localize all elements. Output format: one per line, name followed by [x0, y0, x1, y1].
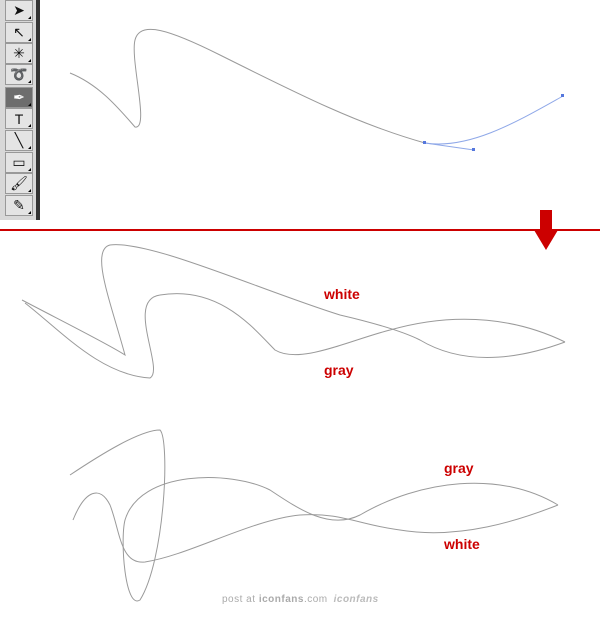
white-curve-middle[interactable] [21, 244, 566, 358]
top-curve[interactable] [69, 28, 426, 144]
gray-curve-middle[interactable] [24, 293, 566, 379]
anchor-points [423, 94, 564, 151]
white-curve-bottom[interactable] [72, 492, 559, 563]
artwork [21, 28, 566, 602]
canvas: ➤ ↖ ✳ ➰ ✒ T ╲ ▭ 🖌 ✎ white gray gray white post at… [0, 0, 600, 620]
divider [0, 229, 600, 231]
credit-site: iconfans [258, 594, 304, 605]
label-gray-middle: gray [324, 362, 354, 378]
credit-prefix: post at [222, 594, 259, 605]
bezier-handle[interactable] [424, 142, 475, 151]
top-curve-active-segment[interactable] [424, 95, 564, 145]
label-white-bottom: white [444, 536, 480, 552]
credit: post at iconfans.com iconfans [222, 594, 379, 605]
credit-suffix: .com [303, 594, 328, 605]
gray-curve-bottom[interactable] [69, 429, 559, 602]
logo: iconfans [333, 594, 379, 605]
label-white-middle: white [324, 286, 360, 302]
label-gray-bottom: gray [444, 460, 474, 476]
